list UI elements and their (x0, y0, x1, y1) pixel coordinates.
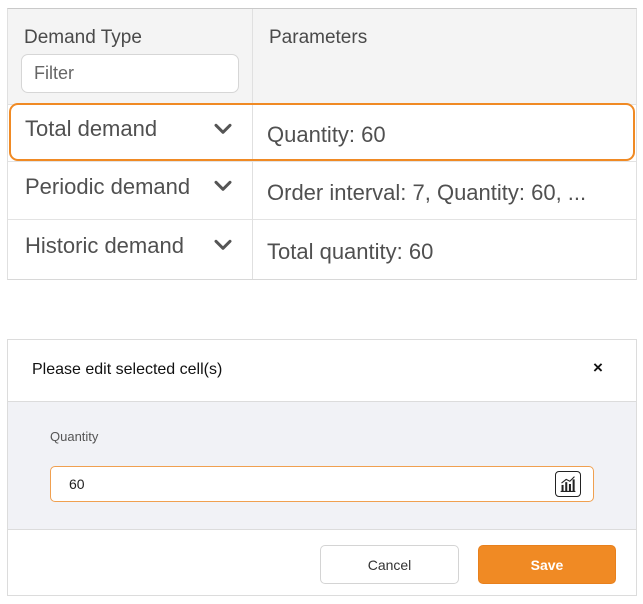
parameters-cell[interactable]: Total quantity: 60 (267, 222, 627, 281)
quantity-input[interactable] (51, 467, 551, 501)
table-row[interactable]: Total demand Quantity: 60 (8, 105, 636, 162)
panel-body: Quantity (8, 402, 636, 530)
demand-type-cell[interactable]: Periodic demand (25, 158, 190, 215)
close-icon[interactable]: × (590, 359, 606, 377)
column-header-parameters[interactable]: Parameters (269, 27, 367, 49)
filter-input[interactable] (21, 54, 239, 93)
demand-grid: Demand Type Parameters Total demand Quan… (7, 8, 637, 280)
quantity-field[interactable] (50, 466, 594, 502)
chevron-down-icon[interactable] (214, 179, 232, 193)
grid-header: Demand Type Parameters (8, 9, 636, 105)
cancel-button[interactable]: Cancel (320, 545, 459, 584)
panel-title: Please edit selected cell(s) (32, 361, 223, 378)
quantity-label: Quantity (50, 429, 99, 444)
column-header-demand-type[interactable]: Demand Type (24, 27, 142, 49)
save-button[interactable]: Save (478, 545, 616, 584)
table-row[interactable]: Periodic demand Order interval: 7, Quant… (8, 162, 636, 220)
column-divider[interactable] (252, 9, 253, 279)
edit-cells-panel: Please edit selected cell(s) × Quantity … (7, 339, 637, 596)
parameters-cell[interactable]: Order interval: 7, Quantity: 60, ... (267, 164, 627, 221)
demand-type-cell[interactable]: Historic demand (25, 216, 184, 275)
panel-header: Please edit selected cell(s) × (8, 340, 636, 402)
chevron-down-icon[interactable] (214, 238, 232, 252)
chevron-down-icon[interactable] (214, 122, 232, 136)
chart-icon[interactable] (555, 471, 581, 497)
parameters-cell[interactable]: Quantity: 60 (267, 107, 627, 163)
table-row[interactable]: Historic demand Total quantity: 60 (8, 220, 636, 279)
demand-type-cell[interactable]: Total demand (25, 101, 157, 157)
